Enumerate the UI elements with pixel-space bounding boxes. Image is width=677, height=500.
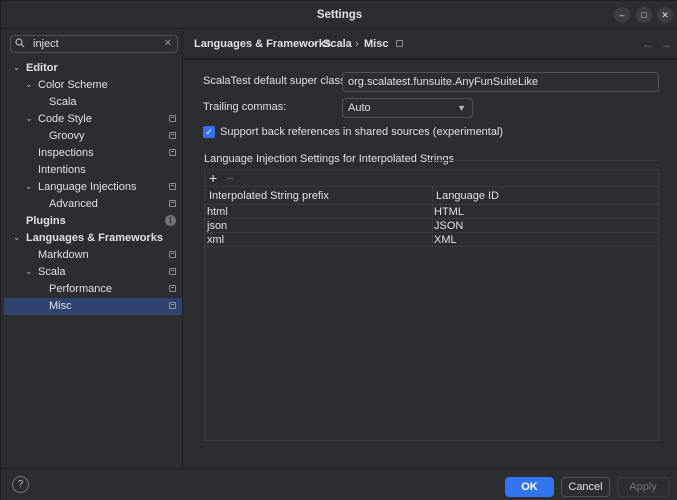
cell-language-id: JSON	[434, 220, 464, 232]
tree-item-code-style[interactable]: ⌄ Code Style	[4, 111, 182, 128]
cell-prefix: json	[207, 220, 228, 232]
remove-row-button[interactable]: −	[226, 170, 234, 186]
help-button[interactable]: ?	[12, 476, 29, 493]
tree-item-label: Editor	[26, 62, 58, 74]
tree-item-misc[interactable]: Misc	[4, 298, 182, 315]
settings-search-input[interactable]: inject ✕	[10, 35, 178, 53]
trailing-commas-select[interactable]: Auto ▼	[342, 98, 473, 118]
trailing-commas-value: Auto	[348, 102, 371, 114]
super-class-value: org.scalatest.funsuite.AnyFunSuiteLike	[348, 76, 539, 88]
cell-prefix: xml	[207, 234, 225, 246]
project-level-icon	[169, 302, 176, 309]
tree-item-label: Advanced	[49, 198, 98, 210]
tree-item-label: Scala	[49, 96, 77, 108]
search-icon	[15, 38, 25, 48]
tree-item-inspections[interactable]: Inspections	[4, 145, 182, 162]
title-bar: Settings – □ ✕	[1, 1, 677, 29]
tree-item-scala[interactable]: ⌄ Scala	[4, 264, 182, 281]
trailing-commas-label: Trailing commas:	[203, 101, 287, 113]
chevron-down-icon[interactable]: ⌄	[25, 267, 33, 276]
project-level-icon	[169, 285, 176, 292]
tree-item-label: Misc	[49, 300, 72, 312]
tree-item-label: Plugins	[26, 215, 66, 227]
cancel-button[interactable]: Cancel	[561, 477, 610, 497]
project-level-icon	[169, 183, 176, 190]
back-references-checkbox[interactable]: ✓	[203, 126, 215, 138]
breadcrumb-scala[interactable]: Scala	[323, 38, 352, 50]
tree-item-label: Scala	[38, 266, 66, 278]
super-class-label: ScalaTest default super class:	[203, 75, 349, 87]
tree-item-editor[interactable]: ⌄ Editor	[4, 60, 182, 77]
chevron-down-icon[interactable]: ⌄	[25, 114, 33, 123]
apply-button[interactable]: Apply	[617, 477, 669, 497]
project-level-icon	[169, 200, 176, 207]
tree-item-plugins[interactable]: Plugins 1	[4, 213, 182, 230]
chevron-down-icon: ▼	[457, 103, 466, 113]
table-row[interactable]: xml XML	[205, 233, 658, 247]
tree-item-label: Intentions	[38, 164, 86, 176]
tree-item-color-scheme-scala[interactable]: Scala	[4, 94, 182, 111]
dialog-title: Settings	[316, 9, 363, 21]
project-level-icon	[169, 251, 176, 258]
chevron-down-icon[interactable]: ⌄	[13, 233, 21, 242]
injection-section-title: Language Injection Settings for Interpol…	[204, 153, 455, 165]
table-toolbar: + −	[205, 170, 658, 187]
tree-item-label: Groovy	[49, 130, 85, 142]
misc-settings-content: ScalaTest default super class: org.scala…	[184, 60, 677, 468]
section-divider	[427, 160, 658, 161]
forward-arrow-icon[interactable]: →	[660, 37, 672, 51]
back-arrow-icon[interactable]: ←	[642, 37, 654, 51]
tree-item-performance[interactable]: Performance	[4, 281, 182, 298]
search-value: inject	[33, 38, 59, 50]
chevron-down-icon[interactable]: ⌄	[25, 182, 33, 191]
tree-item-label: Markdown	[38, 249, 89, 261]
tree-item-label: Languages & Frameworks	[26, 232, 163, 244]
settings-dialog: Settings – □ ✕ inject ✕ ⌄ Editor ⌄ Color…	[0, 0, 677, 500]
breadcrumb-separator: ›	[312, 38, 316, 50]
close-button[interactable]: ✕	[657, 7, 673, 23]
tree-item-languages-frameworks[interactable]: ⌄ Languages & Frameworks	[4, 230, 182, 247]
tree-item-intentions[interactable]: Intentions	[4, 162, 182, 179]
tree-item-label: Inspections	[38, 147, 94, 159]
column-header-prefix[interactable]: Interpolated String prefix	[209, 190, 329, 202]
column-header-language-id[interactable]: Language ID	[436, 190, 499, 202]
back-references-label[interactable]: Support back references in shared source…	[220, 126, 503, 138]
settings-sidebar: inject ✕ ⌄ Editor ⌄ Color Scheme Scala ⌄…	[1, 29, 183, 468]
table-row[interactable]: html HTML	[205, 205, 658, 219]
project-level-icon	[169, 149, 176, 156]
tree-item-groovy[interactable]: Groovy	[4, 128, 182, 145]
breadcrumb: Languages & Frameworks › Scala › Misc ← …	[184, 29, 677, 59]
chevron-down-icon[interactable]: ⌄	[13, 63, 21, 72]
settings-main-panel: Languages & Frameworks › Scala › Misc ← …	[184, 29, 677, 468]
tree-item-label: Language Injections	[38, 181, 137, 193]
project-level-icon	[169, 132, 176, 139]
cell-language-id: XML	[434, 234, 457, 246]
dialog-footer: ? OK Cancel Apply	[1, 468, 677, 500]
injection-table: + − Interpolated String prefix Language …	[204, 169, 659, 441]
minimize-button[interactable]: –	[614, 7, 630, 23]
project-level-icon	[396, 40, 403, 47]
tree-item-color-scheme[interactable]: ⌄ Color Scheme	[4, 77, 182, 94]
maximize-button[interactable]: □	[636, 7, 652, 23]
clear-search-icon[interactable]: ✕	[164, 38, 172, 49]
cell-language-id: HTML	[434, 206, 464, 218]
update-count-badge: 1	[165, 215, 176, 226]
table-row[interactable]: json JSON	[205, 219, 658, 233]
tree-item-label: Performance	[49, 283, 112, 295]
add-row-button[interactable]: +	[209, 170, 217, 186]
tree-item-markdown[interactable]: Markdown	[4, 247, 182, 264]
super-class-input[interactable]: org.scalatest.funsuite.AnyFunSuiteLike	[342, 72, 659, 92]
breadcrumb-separator: ›	[355, 38, 359, 50]
breadcrumb-languages-frameworks[interactable]: Languages & Frameworks	[194, 38, 331, 50]
chevron-down-icon[interactable]: ⌄	[25, 80, 33, 89]
breadcrumb-misc: Misc	[364, 38, 389, 50]
tree-item-advanced[interactable]: Advanced	[4, 196, 182, 213]
ok-button[interactable]: OK	[505, 477, 554, 497]
tree-item-language-injections[interactable]: ⌄ Language Injections	[4, 179, 182, 196]
project-level-icon	[169, 115, 176, 122]
project-level-icon	[169, 268, 176, 275]
tree-item-label: Color Scheme	[38, 79, 108, 91]
cell-prefix: html	[207, 206, 228, 218]
tree-item-label: Code Style	[38, 113, 92, 125]
